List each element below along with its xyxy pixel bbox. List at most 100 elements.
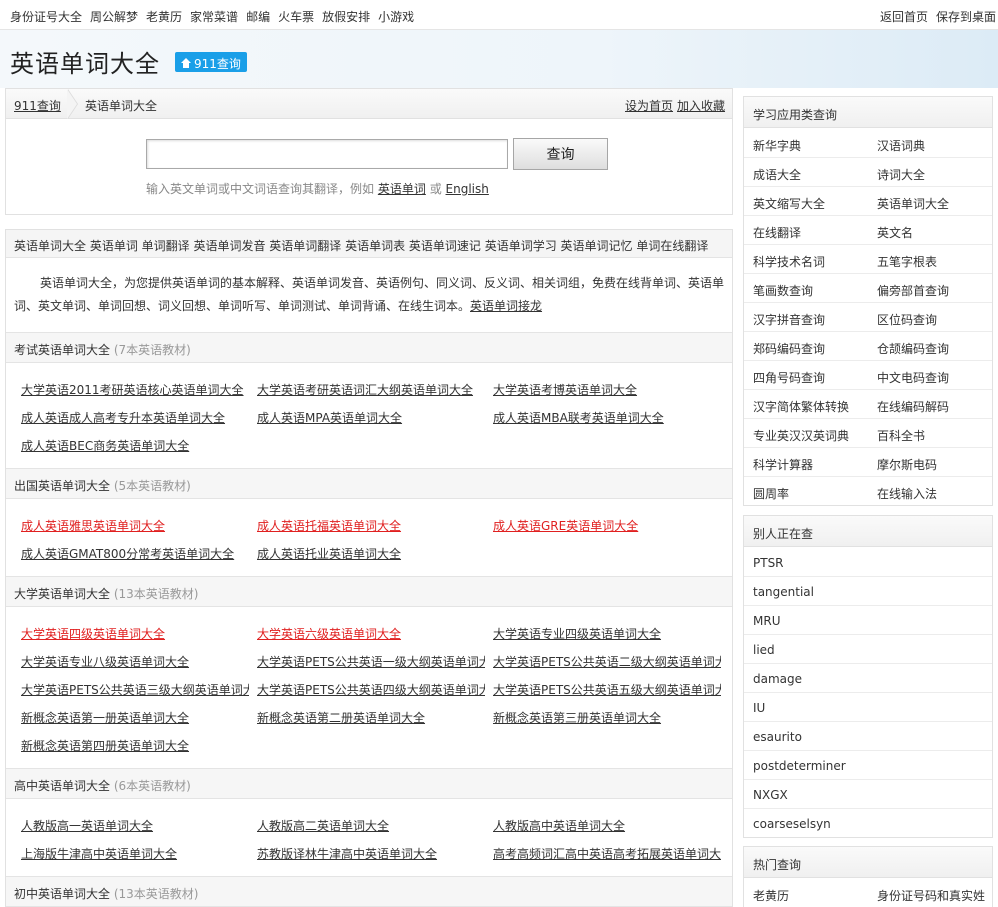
set-homepage-link[interactable]: 设为首页 xyxy=(625,97,673,114)
section-count: (13本英语教材) xyxy=(113,887,199,901)
sidebar-link[interactable]: 在线翻译 xyxy=(753,224,801,241)
search-example-2[interactable]: English xyxy=(446,182,489,196)
sidebar-link[interactable]: 偏旁部首查询 xyxy=(877,282,949,299)
keyword-tags: 英语单词大全 英语单词 单词翻译 英语单词发音 英语单词翻译 英语单词表 英语单… xyxy=(6,230,732,258)
book-link[interactable]: 大学英语专业八级英语单词大全 xyxy=(21,653,249,670)
section-header-college: 大学英语单词大全 (13本英语教材) xyxy=(6,576,732,607)
breadcrumb-home[interactable]: 911查询 xyxy=(14,97,61,114)
book-link[interactable]: 新概念英语第三册英语单词大全 xyxy=(493,709,721,726)
recent-search-item: NXGX xyxy=(744,780,992,809)
sidebar-link[interactable]: 区位码查询 xyxy=(877,311,937,328)
search-button[interactable]: 查询 xyxy=(513,138,608,170)
book-link[interactable]: 新概念英语第一册英语单词大全 xyxy=(21,709,249,726)
book-link[interactable]: 人教版高二英语单词大全 xyxy=(257,817,485,834)
book-link[interactable]: 大学英语专业四级英语单词大全 xyxy=(493,625,721,642)
sidebar-link[interactable]: 老黄历 xyxy=(753,887,789,904)
top-link-recipes[interactable]: 家常菜谱 xyxy=(190,8,238,25)
top-link-train[interactable]: 火车票 xyxy=(278,8,314,25)
top-link-postcode[interactable]: 邮编 xyxy=(246,8,270,25)
book-link[interactable]: 大学英语六级英语单词大全 xyxy=(257,625,485,642)
recent-search-link[interactable]: IU xyxy=(753,701,765,715)
top-link-games[interactable]: 小游戏 xyxy=(378,8,414,25)
book-link[interactable]: 人教版高一英语单词大全 xyxy=(21,817,249,834)
top-link-save-desktop[interactable]: 保存到桌面 xyxy=(936,8,996,25)
search-input[interactable] xyxy=(146,139,508,169)
book-link[interactable]: 大学英语考博英语单词大全 xyxy=(493,381,721,398)
section-header-exam: 考试英语单词大全 (7本英语教材) xyxy=(6,332,732,363)
book-link[interactable]: 成人英语成人高考专升本英语单词大全 xyxy=(21,409,249,426)
recent-search-link[interactable]: NXGX xyxy=(753,788,788,802)
book-link[interactable]: 大学英语PETS公共英语三级大纲英语单词大全 xyxy=(21,681,249,698)
sidebar-link[interactable]: 笔画数查询 xyxy=(753,282,813,299)
sidebar-link[interactable]: 英文缩写大全 xyxy=(753,195,825,212)
recent-search-link[interactable]: MRU xyxy=(753,614,780,628)
sidebar-link[interactable]: 百科全书 xyxy=(877,427,925,444)
recent-search-item: damage xyxy=(744,664,992,693)
book-link[interactable]: 大学英语考研英语词汇大纲英语单词大全 xyxy=(257,381,485,398)
book-link[interactable]: 成人英语GMAT800分常考英语单词大全 xyxy=(21,545,249,562)
site-badge[interactable]: 911查询 xyxy=(175,52,247,72)
sidebar-link[interactable]: 摩尔斯电码 xyxy=(877,456,937,473)
sidebar-link[interactable]: 新华字典 xyxy=(753,137,801,154)
sidebar-link[interactable]: 科学计算器 xyxy=(753,456,813,473)
sidebar-link[interactable]: 中文电码查询 xyxy=(877,369,949,386)
sidebar-link[interactable]: 科学技术名词 xyxy=(753,253,825,270)
sidebar-link[interactable]: 身份证号码和真实姓 xyxy=(877,887,985,904)
sidebar-link[interactable]: 汉语词典 xyxy=(877,137,925,154)
sidebar-link[interactable]: 英语单词大全 xyxy=(877,195,949,212)
book-link[interactable]: 大学英语2011考研英语核心英语单词大全 xyxy=(21,381,249,398)
book-link[interactable]: 大学英语PETS公共英语一级大纲英语单词大全 xyxy=(257,653,485,670)
sidebar-link[interactable]: 五笔字根表 xyxy=(877,253,937,270)
recent-search-link[interactable]: PTSR xyxy=(753,556,784,570)
sidebar-link[interactable]: 圆周率 xyxy=(753,485,789,502)
recent-search-link[interactable]: damage xyxy=(753,672,802,686)
book-link[interactable]: 上海版牛津高中英语单词大全 xyxy=(21,845,249,862)
book-link[interactable]: 大学英语PETS公共英语四级大纲英语单词大全 xyxy=(257,681,485,698)
book-link[interactable]: 新概念英语第二册英语单词大全 xyxy=(257,709,485,726)
book-link[interactable]: 大学英语PETS公共英语五级大纲英语单词大全 xyxy=(493,681,721,698)
book-link[interactable]: 成人英语托业英语单词大全 xyxy=(257,545,485,562)
main-content: 英语单词大全 英语单词 单词翻译 英语单词发音 英语单词翻译 英语单词表 英语单… xyxy=(5,229,733,907)
book-link[interactable]: 苏教版译林牛津高中英语单词大全 xyxy=(257,845,485,862)
top-link-almanac[interactable]: 老黄历 xyxy=(146,8,182,25)
sidebar-link[interactable]: 仓颉编码查询 xyxy=(877,340,949,357)
sidebar-link[interactable]: 在线编码解码 xyxy=(877,398,949,415)
recent-search-item: esaurito xyxy=(744,722,992,751)
section-count: (6本英语教材) xyxy=(113,779,191,793)
book-link[interactable]: 新概念英语第四册英语单词大全 xyxy=(21,737,249,754)
sidebar-link[interactable]: 诗词大全 xyxy=(877,166,925,183)
book-link[interactable]: 成人英语托福英语单词大全 xyxy=(257,517,485,534)
sidebar-link[interactable]: 汉字简体繁体转换 xyxy=(753,398,849,415)
book-link[interactable]: 人教版高中英语单词大全 xyxy=(493,817,721,834)
book-link[interactable]: 大学英语四级英语单词大全 xyxy=(21,625,249,642)
site-badge-label: 911查询 xyxy=(194,56,241,71)
sidebar-link[interactable]: 英文名 xyxy=(877,224,913,241)
add-favorite-link[interactable]: 加入收藏 xyxy=(677,97,725,114)
book-link[interactable]: 成人英语MBA联考英语单词大全 xyxy=(493,409,721,426)
sidebar-link[interactable]: 成语大全 xyxy=(753,166,801,183)
book-link[interactable]: 成人英语GRE英语单词大全 xyxy=(493,517,721,534)
intro-link[interactable]: 英语单词接龙 xyxy=(470,299,542,313)
top-link-home[interactable]: 返回首页 xyxy=(880,8,928,25)
book-link[interactable]: 成人英语BEC商务英语单词大全 xyxy=(21,437,249,454)
section-title: 考试英语单词大全 xyxy=(14,343,111,357)
sidebar-link[interactable]: 四角号码查询 xyxy=(753,369,825,386)
search-example-1[interactable]: 英语单词 xyxy=(378,182,426,196)
recent-search-link[interactable]: esaurito xyxy=(753,730,802,744)
sidebar-link[interactable]: 汉字拼音查询 xyxy=(753,311,825,328)
recent-search-link[interactable]: tangential xyxy=(753,585,814,599)
recent-search-link[interactable]: coarseselsyn xyxy=(753,817,831,831)
recent-search-link[interactable]: lied xyxy=(753,643,775,657)
top-link-id-numbers[interactable]: 身份证号大全 xyxy=(10,8,82,25)
sidebar-link[interactable]: 郑码编码查询 xyxy=(753,340,825,357)
sidebar-link[interactable]: 专业英汉汉英词典 xyxy=(753,427,849,444)
top-link-holiday[interactable]: 放假安排 xyxy=(322,8,370,25)
recent-search-item: lied xyxy=(744,635,992,664)
book-link[interactable]: 成人英语雅思英语单词大全 xyxy=(21,517,249,534)
recent-search-link[interactable]: postdeterminer xyxy=(753,759,846,773)
top-link-dream[interactable]: 周公解梦 xyxy=(90,8,138,25)
sidebar-link[interactable]: 在线输入法 xyxy=(877,485,937,502)
book-link[interactable]: 成人英语MPA英语单词大全 xyxy=(257,409,485,426)
book-link[interactable]: 高考高频词汇高中英语高考拓展英语单词大全 xyxy=(493,845,721,862)
book-link[interactable]: 大学英语PETS公共英语二级大纲英语单词大全 xyxy=(493,653,721,670)
